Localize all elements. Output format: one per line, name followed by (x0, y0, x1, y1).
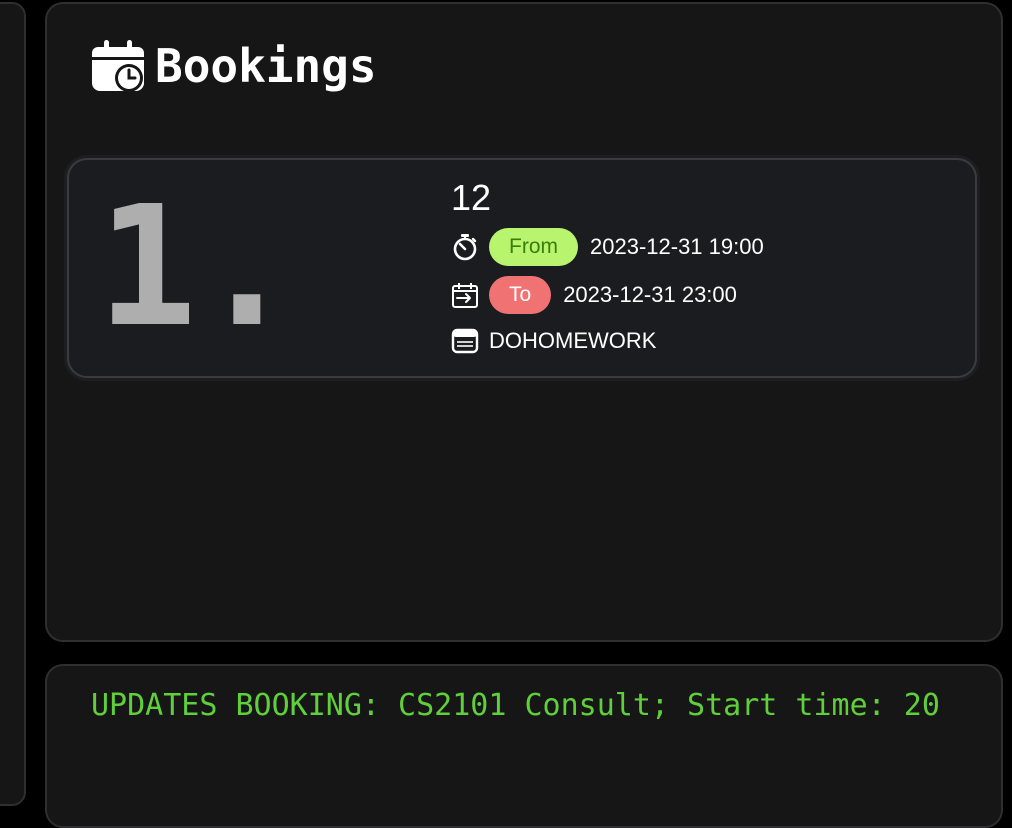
booking-to-row: To 2023-12-31 23:00 (451, 274, 764, 316)
booking-card[interactable]: 1. 12 From 2023-12-31 19:00 To 2023-12-3… (67, 158, 977, 378)
booking-description-row: DOHOMEWORK (451, 322, 764, 360)
note-icon (451, 328, 479, 354)
booking-from-row: From 2023-12-31 19:00 (451, 226, 764, 268)
booking-description: DOHOMEWORK (489, 328, 657, 353)
booking-name: 12 (451, 177, 492, 218)
booking-index: 1. (97, 171, 297, 364)
stopwatch-icon (453, 234, 477, 261)
to-badge: To (489, 276, 552, 314)
side-panel (0, 2, 26, 806)
from-datetime: 2023-12-31 19:00 (590, 234, 764, 259)
booking-details: 12 From 2023-12-31 19:00 To 2023-12-31 2… (451, 176, 764, 360)
log-output: UPDATES BOOKING: CS2101 Consult; Start t… (91, 688, 940, 723)
to-datetime: 2023-12-31 23:00 (563, 282, 737, 307)
bookings-header: Bookings (91, 38, 377, 94)
log-panel: UPDATES BOOKING: CS2101 Consult; Start t… (45, 664, 1003, 828)
calendar-clock-icon (92, 40, 144, 92)
calendar-arrow-icon (452, 283, 478, 308)
from-badge: From (489, 228, 578, 266)
bookings-panel: Bookings 1. 12 From 2023-12-31 19:00 To … (45, 2, 1003, 642)
page-title: Bookings (155, 39, 377, 93)
